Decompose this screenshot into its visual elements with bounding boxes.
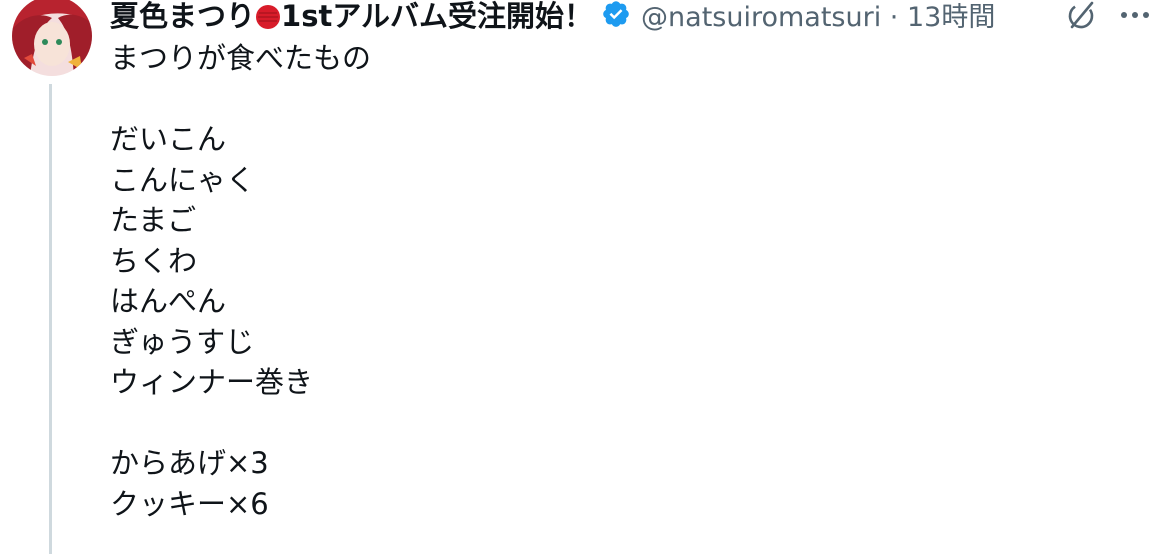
post-line: からあげ×3	[110, 446, 269, 480]
handle[interactable]: @natsuiromatsuri	[641, 2, 881, 33]
avatar[interactable]	[12, 0, 92, 76]
more-icon[interactable]	[1118, 0, 1152, 30]
post-line: ぎゅうすじ	[110, 324, 255, 359]
post-header: 夏色まつり 1stアルバム受注開始！ @natsuiromatsuri · 13…	[110, 0, 995, 34]
post-meta: @natsuiromatsuri · 13時間	[641, 0, 995, 34]
post-text: まつりが食べたもの だいこん こんにゃく たまご ちくわ はんぺん ぎゅうすじ …	[110, 38, 371, 524]
timestamp[interactable]: 13時間	[907, 2, 995, 33]
red-circle-icon	[256, 5, 281, 29]
post-line: ウィンナー巻き	[110, 365, 314, 399]
display-name-text[interactable]: 夏色まつり	[110, 0, 255, 33]
grok-icon[interactable]	[1064, 0, 1098, 32]
post-line	[110, 403, 371, 444]
thread-line	[49, 84, 52, 554]
post-line: こんにゃく	[110, 162, 256, 197]
post-line: まつりが食べたもの	[110, 41, 372, 75]
post-line: はんぺん	[110, 284, 227, 318]
separator: ·	[889, 1, 899, 33]
post-line: ちくわ	[110, 243, 198, 278]
post-line: クッキー×6	[110, 486, 269, 521]
post-line: だいこん	[110, 122, 227, 156]
display-name-suffix[interactable]: 1stアルバム受注開始！	[281, 0, 593, 33]
display-name[interactable]: 夏色まつり 1stアルバム受注開始！	[110, 0, 593, 35]
verified-badge-icon	[603, 1, 629, 27]
post-line	[110, 79, 371, 120]
post-line: たまご	[110, 203, 197, 237]
